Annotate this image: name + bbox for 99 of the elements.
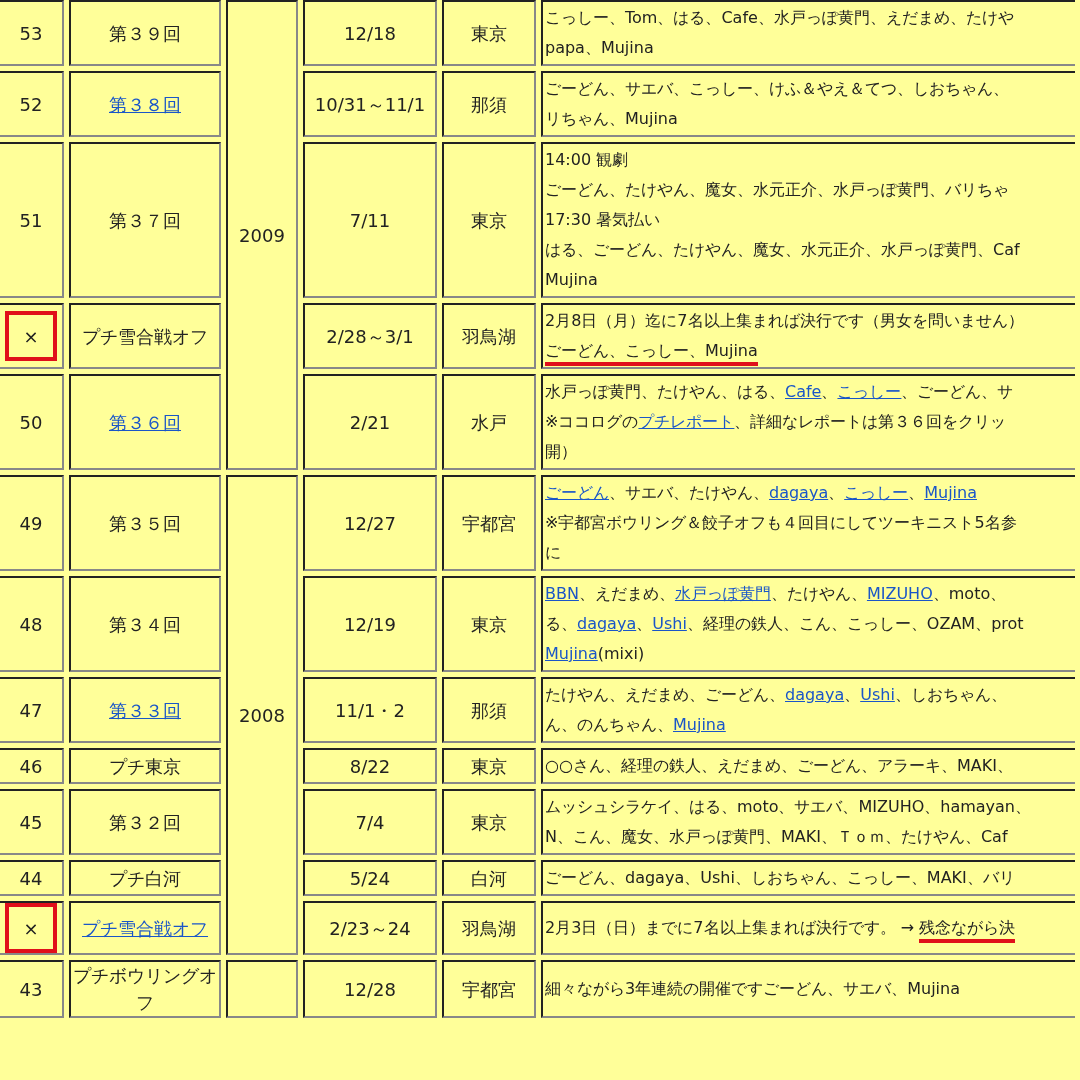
table-cell: 11/1・2 [303,677,437,743]
row-number: 48 [19,613,43,635]
table-cell: 東京 [442,0,536,66]
note-text: こっしー、Tom、はる、Cafe、水戸っぽ黄門、えだまめ、たけや [545,7,1014,29]
title-text: 第３７回 [109,209,181,231]
name-link[interactable]: Mujina [545,644,598,663]
note-text: 17:30 暑気払い [545,209,661,231]
name-link[interactable]: プチレポート [638,412,735,431]
name-link[interactable]: こっしー [837,382,902,401]
table-cell: 東京 [442,142,536,298]
note-text: ごーどん、こっしー、Mujina [545,336,758,366]
x-mark: × [5,903,57,953]
name-link[interactable]: ごーどん [545,483,609,502]
note-text: BBN、えだまめ、水戸っぽ黄門、たけやん、MIZUHO、moto、 [545,583,1007,605]
table-cell: 那須 [442,677,536,743]
year-text: 2008 [239,704,285,726]
title-text: 第３４回 [109,613,181,635]
table-cell [226,960,298,1018]
name-link[interactable]: こっしー [844,483,909,502]
name-link[interactable]: 水戸っぽ黄門 [674,584,771,603]
table-cell: 白河 [442,860,536,896]
title-text: 第３９回 [109,22,181,44]
table-cell: 12/28 [303,960,437,1018]
note-text: papa、Mujina [545,37,654,59]
row-number: 50 [19,411,43,433]
table-cell: 東京 [442,576,536,672]
note-text: たけやん、えだまめ、ごーどん、dagaya、Ushi、しおちゃん、 [545,684,1007,706]
x-mark: × [5,311,57,361]
title-text: 第３５回 [109,512,181,534]
row-number: 44 [19,867,43,889]
table-cell: 12/19 [303,576,437,672]
row-number: 46 [19,755,43,777]
table-cell: 12/18 [303,0,437,66]
table-cell: 2/23～24 [303,901,437,955]
title-link[interactable]: 第３８回 [109,93,181,115]
note-text: 開） [545,441,577,463]
name-link[interactable]: Mujina [673,715,726,734]
name-link[interactable]: MIZUHO [866,584,933,603]
note-text: ○○さん、経理の鉄人、えだまめ、ごーどん、アラーキ、MAKI、 [545,755,1013,777]
name-link[interactable]: dagaya [577,614,637,633]
table-cell: 2/28～3/1 [303,303,437,369]
name-link[interactable]: Ushi [860,685,895,704]
note-text: に [545,542,561,564]
title-text: プチ白河 [109,867,181,889]
note-text: 水戸っぽ黄門、たけやん、はる、Cafe、こっしー、ごーどん、サ [545,381,1014,403]
title-text: プチ東京 [109,755,181,777]
name-link[interactable]: BBN [545,584,579,603]
title-link[interactable]: 第３６回 [109,411,181,433]
note-text: リちゃん、Mujina [545,108,678,130]
name-link[interactable]: dagaya [769,483,829,502]
table-cell: 羽鳥湖 [442,901,536,955]
title-text: 第３２回 [109,811,181,833]
year-text: 2009 [239,224,285,246]
note-text: ムッシュシラケイ、はる、moto、サエバ、MIZUHO、hamayan、 [545,796,1031,818]
note-text: Mujina [545,269,598,291]
note-text: ごーどん、dagaya、Ushi、しおちゃん、こっしー、MAKI、バリ [545,867,1015,889]
row-number: 51 [19,209,43,231]
note-text: 細々ながら3年連続の開催ですごーどん、サエバ、Mujina [545,978,960,1000]
table-cell: 東京 [442,748,536,784]
note-text: Mujina(mixi) [545,643,645,665]
table-cell: 10/31～11/1 [303,71,437,137]
table-cell: 5/24 [303,860,437,896]
row-number: 52 [19,93,43,115]
note-text: 14:00 観劇 [545,149,629,171]
table-cell: 宇都宮 [442,960,536,1018]
row-number: 49 [19,512,43,534]
table-cell: 羽鳥湖 [442,303,536,369]
title-text: プチボウリングオフ [73,965,217,1013]
note-text: 2月3日（日）までに7名以上集まれば決行です。 → 残念ながら決 [545,913,1016,943]
note-text: ごーどん、たけやん、魔女、水元正介、水戸っぽ黄門、バリちゃ [545,179,1009,201]
row-number: 43 [19,978,43,1000]
note-text: ごーどん、サエバ、こっしー、けふ＆やえ＆てつ、しおちゃん、 [545,78,1009,100]
note-text: ごーどん、サエバ、たけやん、dagaya、こっしー、Mujina [545,482,977,504]
table-cell: 那須 [442,71,536,137]
note-text: ※ココログのプチレポート、詳細なレポートは第３６回をクリッ [545,411,1007,433]
row-number: 47 [19,699,43,721]
note-text: る、dagaya、Ushi、経理の鉄人、こん、こっしー、OZAM、prot [545,613,1024,635]
note-text: ※宇都宮ボウリング＆餃子オフも４回目にしてツーキニスト5名参 [545,512,1017,534]
table-cell: 12/27 [303,475,437,571]
note-text: はる、ごーどん、たけやん、魔女、水元正介、水戸っぽ黄門、Caf [545,239,1020,261]
name-link[interactable]: Ushi [652,614,687,633]
table-cell: 宇都宮 [442,475,536,571]
table-cell: 7/4 [303,789,437,855]
title-link[interactable]: プチ雪合戦オフ [82,917,208,939]
row-number: 53 [19,22,43,44]
table-cell: 7/11 [303,142,437,298]
name-link[interactable]: Cafe [785,382,822,401]
name-link[interactable]: Mujina [924,483,977,502]
title-text: プチ雪合戦オフ [82,325,208,347]
name-link[interactable]: dagaya [785,685,845,704]
note-text: 2月8日（月）迄に7名以上集まれば決行です（男女を問いません） [545,310,1024,332]
table-cell: 8/22 [303,748,437,784]
table-cell: 水戸 [442,374,536,470]
row-number: 45 [19,811,43,833]
note-text: N、こん、魔女、水戸っぽ黄門、MAKI、Ｔｏｍ、たけやん、Caf [545,826,1008,848]
title-link[interactable]: 第３３回 [109,699,181,721]
table-cell: 東京 [442,789,536,855]
table-cell: 2/21 [303,374,437,470]
note-text: ん、のんちゃん、Mujina [545,714,726,736]
